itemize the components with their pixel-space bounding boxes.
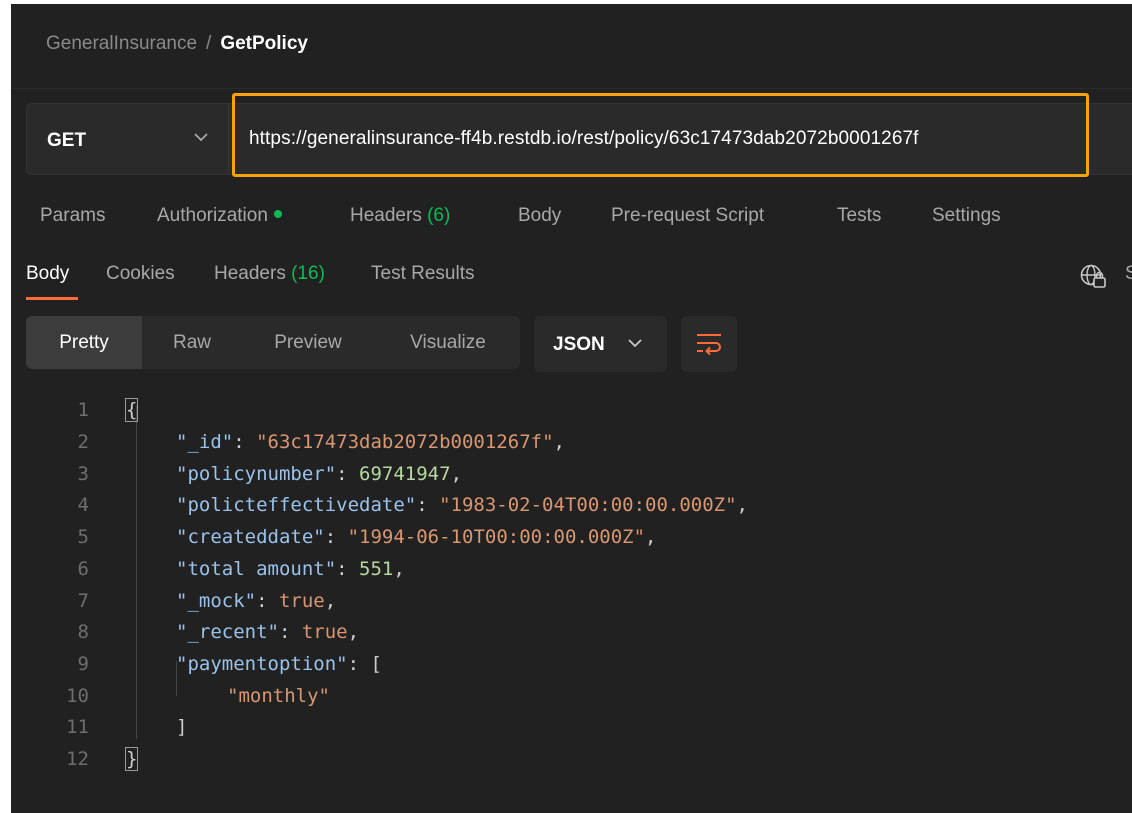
code-line: "policteffectivedate": "1983-02-04T00:00… <box>176 494 748 516</box>
response-tab-cut-label: S <box>1125 263 1132 284</box>
wrap-lines-icon <box>697 334 721 356</box>
code-line: ] <box>176 716 187 738</box>
line-number: 11 <box>66 716 89 738</box>
code-line: } <box>124 747 139 771</box>
line-number: 12 <box>66 748 89 770</box>
line-number: 1 <box>77 399 89 421</box>
json-string-value: "1983-02-04T00:00:00.000Z" <box>439 494 737 516</box>
json-key: "_recent" <box>176 621 279 643</box>
json-boolean-value: true <box>278 590 325 612</box>
tab-pre-request-script[interactable]: Pre-request Script <box>611 205 764 227</box>
code-line: "monthly" <box>227 685 330 707</box>
json-open-brace: { <box>124 398 139 422</box>
tab-headers[interactable]: Headers (6) <box>350 205 450 227</box>
response-tab-body[interactable]: Body <box>26 263 69 285</box>
json-array-open: [ <box>370 653 382 675</box>
response-tab-test-results[interactable]: Test Results <box>371 263 474 285</box>
pretty-button[interactable]: Pretty <box>26 316 142 369</box>
json-string-value: "1994-06-10T00:00:00.000Z" <box>347 526 646 548</box>
line-number: 4 <box>77 494 89 516</box>
format-select[interactable]: JSON <box>534 316 667 372</box>
json-boolean-value: true <box>301 621 348 643</box>
code-line: "policynumber": 69741947, <box>176 463 463 485</box>
json-string-value: "63c17473dab2072b0001267f" <box>256 431 554 453</box>
line-number: 2 <box>77 431 89 453</box>
code-line: "_mock": true, <box>176 590 337 612</box>
line-number: 9 <box>77 653 89 675</box>
indent-guide <box>136 405 137 739</box>
chevron-down-icon[interactable] <box>192 128 210 146</box>
globe-lock-icon[interactable] <box>1079 263 1109 291</box>
status-dot-icon <box>273 209 282 218</box>
code-line: "total amount": 551, <box>176 558 405 580</box>
code-line: "_id": "63c17473dab2072b0001267f", <box>176 431 565 453</box>
json-string-value: "monthly" <box>227 685 330 707</box>
breadcrumb-collection[interactable]: GeneralInsurance <box>46 33 197 54</box>
code-line: "_recent": true, <box>176 621 360 643</box>
line-number: 10 <box>66 685 89 707</box>
response-tab-cookies[interactable]: Cookies <box>106 263 175 285</box>
postman-window: GeneralInsurance / GetPolicy GET https://g… <box>11 4 1132 813</box>
code-line: "paymentoption": [ <box>176 653 382 675</box>
json-key: "total amount" <box>176 558 337 580</box>
tab-params[interactable]: Params <box>40 205 105 227</box>
json-key: "paymentoption" <box>176 653 348 675</box>
tab-headers-label: Headers <box>350 205 422 226</box>
tab-authorization[interactable]: Authorization <box>157 205 282 227</box>
json-key: "createddate" <box>176 526 325 548</box>
header-divider <box>11 88 1132 89</box>
line-number: 5 <box>77 526 89 548</box>
json-key: "policynumber" <box>176 463 337 485</box>
line-number: 8 <box>77 621 89 643</box>
response-tab-headers-label: Headers <box>214 263 286 284</box>
line-number: 7 <box>77 590 89 612</box>
tab-settings[interactable]: Settings <box>932 205 1001 227</box>
url-input[interactable]: https://generalinsurance-ff4b.restdb.io/… <box>249 128 919 150</box>
response-tab-headers-count: (16) <box>291 263 325 284</box>
active-tab-underline <box>26 297 78 300</box>
line-number: 3 <box>77 463 89 485</box>
visualize-button[interactable]: Visualize <box>386 316 510 369</box>
breadcrumb-separator: / <box>206 33 212 54</box>
breadcrumb: GeneralInsurance / GetPolicy <box>46 33 308 55</box>
method-divider <box>228 104 229 172</box>
format-select-value: JSON <box>553 334 605 355</box>
tab-authorization-label: Authorization <box>157 205 268 226</box>
json-array-close: ] <box>176 716 188 738</box>
json-key: "_id" <box>176 431 234 453</box>
response-tab-headers[interactable]: Headers (16) <box>214 263 325 285</box>
method-select[interactable]: GET <box>47 130 86 152</box>
format-button-group: Pretty Raw Preview Visualize <box>26 316 520 369</box>
json-key: "_mock" <box>176 590 257 612</box>
tab-tests[interactable]: Tests <box>837 205 881 227</box>
json-key: "policteffectivedate" <box>176 494 417 516</box>
tab-body[interactable]: Body <box>518 205 561 227</box>
tab-headers-count: (6) <box>427 205 451 226</box>
chevron-down-icon <box>628 339 642 348</box>
json-number-value: 551 <box>359 558 394 580</box>
line-number: 6 <box>77 558 89 580</box>
json-number-value: 69741947 <box>359 463 451 485</box>
raw-button[interactable]: Raw <box>142 316 242 369</box>
breadcrumb-request-name[interactable]: GetPolicy <box>220 33 308 54</box>
preview-button[interactable]: Preview <box>250 316 366 369</box>
code-line: { <box>124 398 139 422</box>
code-line: "createddate": "1994-06-10T00:00:00.000Z… <box>176 526 657 548</box>
wrap-lines-button[interactable] <box>681 316 737 372</box>
json-close-brace: } <box>124 747 139 771</box>
